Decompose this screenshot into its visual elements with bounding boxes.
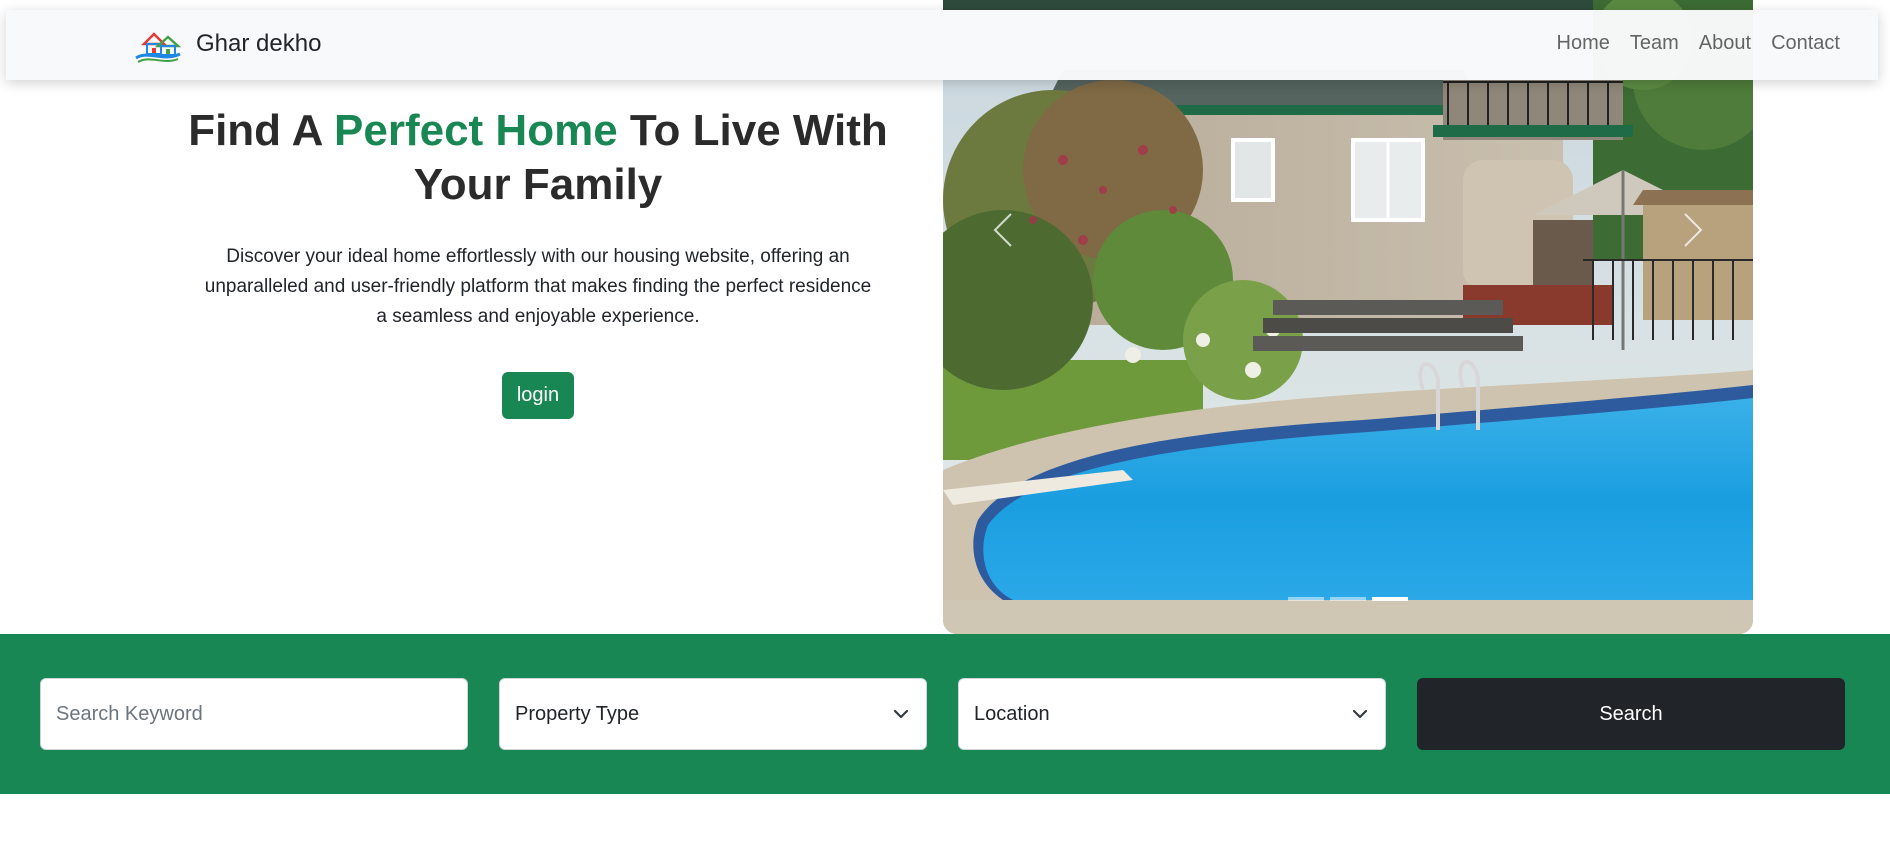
nav-links: Home Team About Contact xyxy=(1557,32,1840,55)
house-pool-photo xyxy=(943,0,1753,634)
hero-title: Find A Perfect Home To Live With Your Fa… xyxy=(188,104,888,212)
carousel-indicators xyxy=(943,597,1753,601)
search-keyword-input[interactable] xyxy=(40,678,468,750)
nav-link-about[interactable]: About xyxy=(1699,32,1751,55)
property-type-selected: Property Type xyxy=(515,702,640,725)
nav-link-contact[interactable]: Contact xyxy=(1771,32,1840,55)
nav-link-team[interactable]: Team xyxy=(1630,32,1679,55)
carousel-next-button[interactable] xyxy=(1673,200,1713,260)
login-button[interactable]: login xyxy=(501,372,575,419)
chevron-down-icon xyxy=(1352,709,1368,719)
house-logo-icon xyxy=(135,32,182,63)
hero-title-part1: Find A xyxy=(188,106,335,155)
carousel-indicator[interactable] xyxy=(1330,597,1366,601)
carousel-indicator[interactable] xyxy=(1372,597,1408,601)
search-button[interactable]: Search xyxy=(1417,678,1845,750)
hero-carousel xyxy=(943,0,1753,634)
chevron-right-icon xyxy=(1684,213,1703,247)
hero-title-accent: Perfect Home xyxy=(334,106,618,155)
chevron-left-icon xyxy=(993,213,1012,247)
brand-name: Ghar dekho xyxy=(196,30,322,57)
nav-link-home[interactable]: Home xyxy=(1557,32,1610,55)
location-selected: Location xyxy=(974,702,1050,725)
property-type-select[interactable]: Property Type xyxy=(499,678,927,750)
carousel-prev-button[interactable] xyxy=(983,200,1023,260)
carousel-indicator[interactable] xyxy=(1288,597,1324,601)
hero-description: Discover your ideal home effortlessly wi… xyxy=(204,246,872,327)
hero-section: Find A Perfect Home To Live With Your Fa… xyxy=(188,104,888,419)
location-select[interactable]: Location xyxy=(958,678,1386,750)
brand-link[interactable]: Ghar dekho xyxy=(134,24,321,64)
search-bar: Property Type Location Search xyxy=(0,634,1890,794)
chevron-down-icon xyxy=(893,709,909,719)
navbar: Ghar dekho Home Team About Contact xyxy=(6,10,1878,80)
